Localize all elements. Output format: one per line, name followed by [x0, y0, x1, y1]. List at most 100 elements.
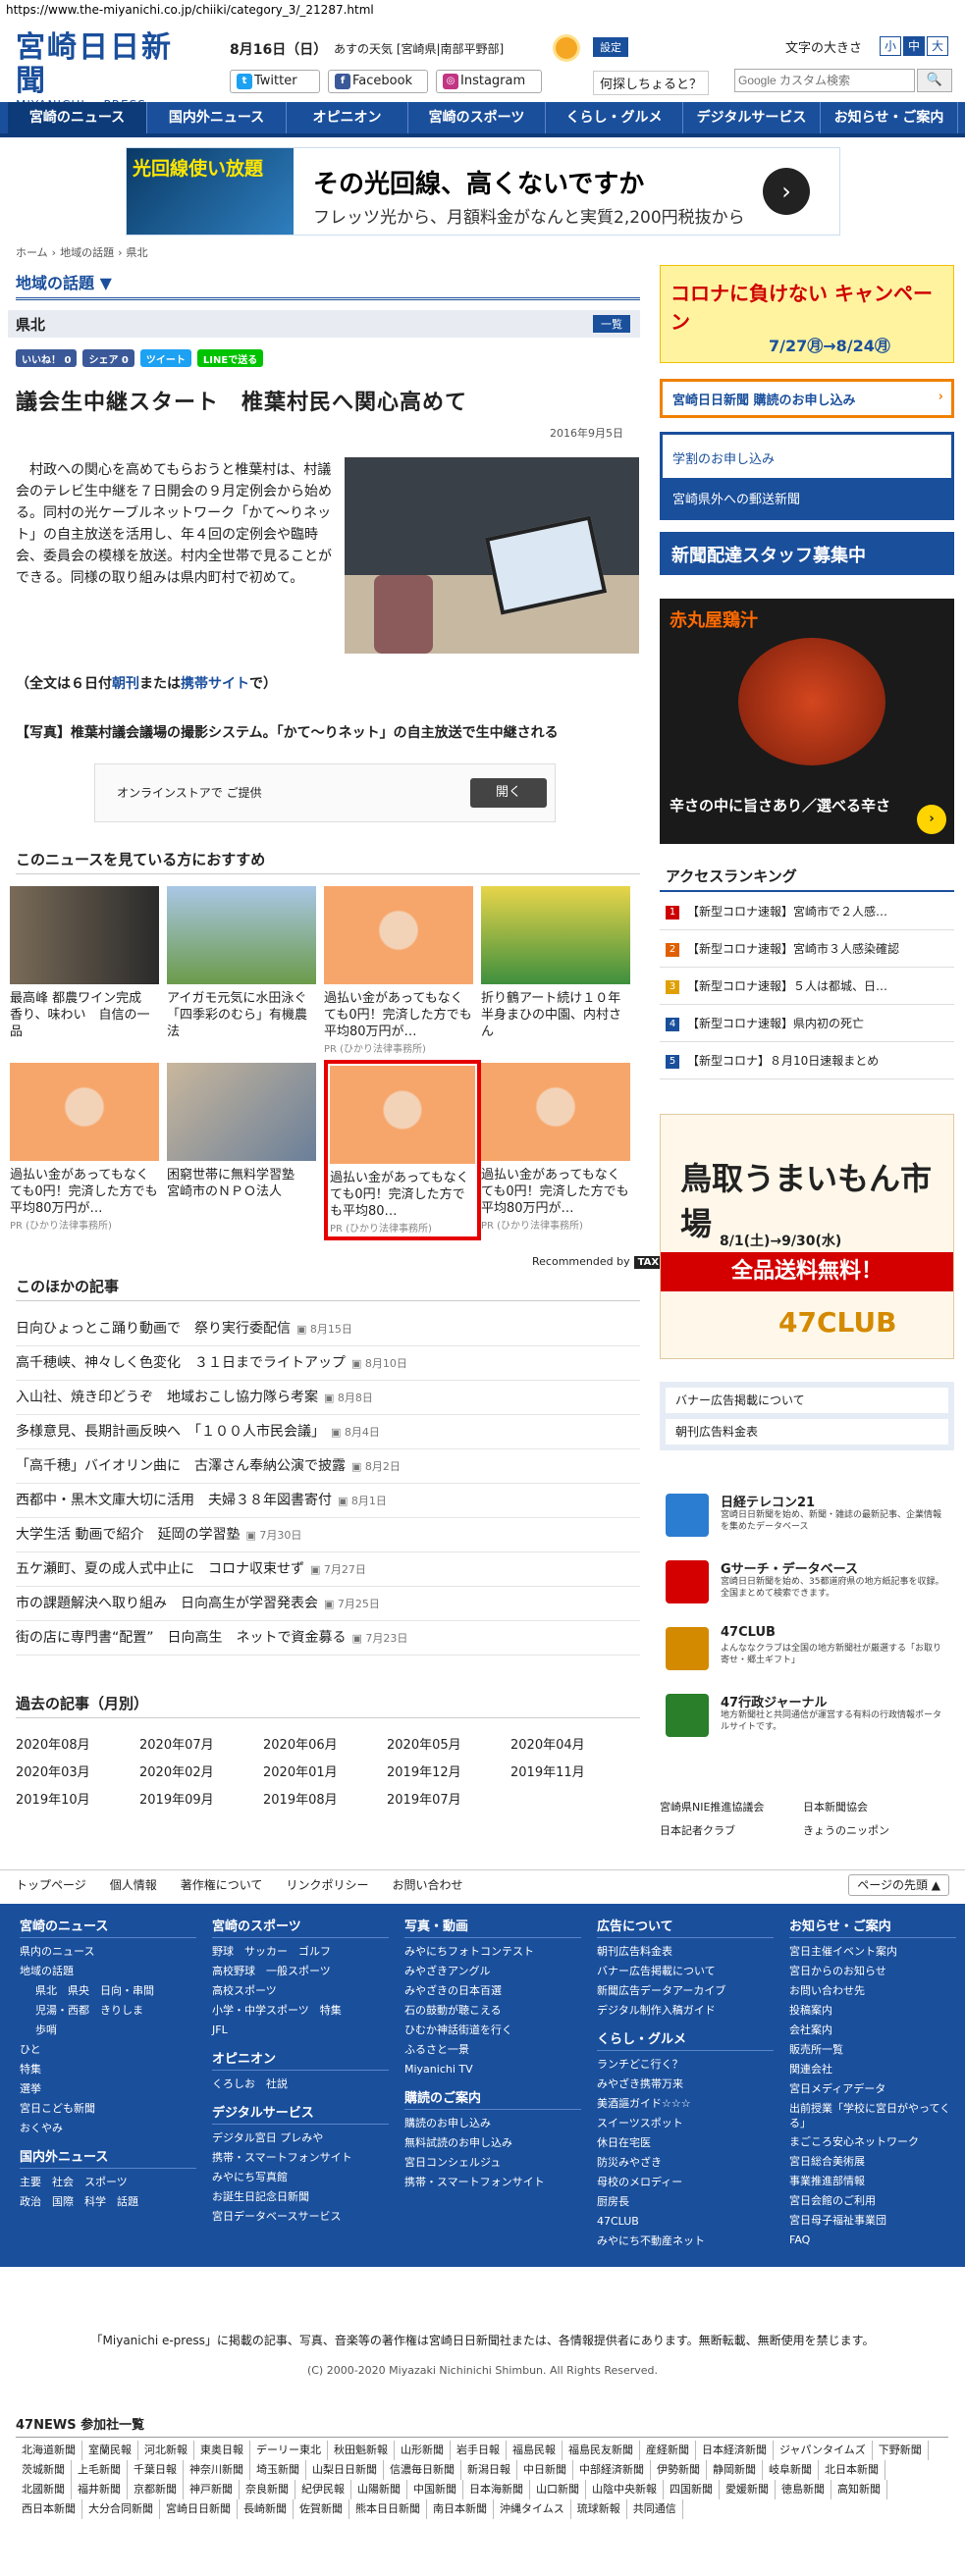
member-link[interactable]: 秋田魁新報	[328, 2441, 395, 2460]
subnav-link[interactable]: 著作権について	[181, 1878, 263, 1892]
footer-link[interactable]: 新聞広告データアーカイブ	[597, 1981, 774, 2001]
member-link[interactable]: 徳島新聞	[776, 2480, 831, 2499]
footer-link[interactable]: 宮日コンシェルジュ	[404, 2153, 581, 2173]
rec-item[interactable]: アイガモ元気に水田泳ぐ「四季彩のむら」有機農法	[167, 886, 316, 1040]
campaign-banner[interactable]: コロナに負けない キャンペーン 7/27㊊→8/24㊊	[660, 265, 954, 363]
rec-item[interactable]: 困窮世帯に無料学習塾 宮崎市のＮＰＯ法人	[167, 1063, 316, 1200]
member-link[interactable]: 山陰中央新報	[586, 2480, 664, 2499]
member-link[interactable]: 琉球新報	[571, 2499, 627, 2519]
footer-heading[interactable]: くらし・グルメ	[597, 2030, 774, 2051]
rec-item[interactable]: 過払い金があってもなくても0円！完済した方でも平均80万円が… PR (ひかり法…	[10, 1063, 159, 1232]
footer-link[interactable]: 特集	[20, 2060, 196, 2079]
list-item[interactable]: 市の課題解決へ取り組み 日向高生が学習発表会 ▣ 7月25日	[16, 1587, 640, 1621]
tottori-ad[interactable]: 鳥取うまいもん市場 8/1(土)→9/30(水) 全品送料無料！ 47CLUB	[660, 1114, 954, 1359]
list-item[interactable]: 高千穂峡、神々しく色変化 ３１日までライトアップ ▣ 8月10日	[16, 1346, 640, 1381]
subnav-link[interactable]: お問い合わせ	[392, 1878, 462, 1892]
footer-link[interactable]: 休日在宅医	[597, 2133, 774, 2153]
recommended-by[interactable]: Recommended by TAXEL	[532, 1255, 676, 1269]
footer-link[interactable]: みやにち不動産ネット	[597, 2232, 774, 2251]
footer-link[interactable]: 高校スポーツ	[212, 1981, 389, 2001]
footer-link[interactable]: 小学・中学スポーツ 特集	[212, 2001, 389, 2021]
list-item[interactable]: 五ケ瀬町、夏の成人式中止に コロナ収束せず ▣ 7月27日	[16, 1552, 640, 1587]
footer-heading[interactable]: デジタルサービス	[212, 2104, 389, 2125]
page-top-button[interactable]: ページの先頭 ▲	[848, 1874, 949, 1896]
member-link[interactable]: 下野新聞	[873, 2441, 929, 2460]
instagram-button[interactable]: ◎ Instagram	[436, 70, 542, 93]
footer-link[interactable]: 県北 県央 日向・串間	[20, 1981, 196, 2001]
member-link[interactable]: 山陽新聞	[351, 2480, 407, 2499]
nav-sports[interactable]: 宮崎のスポーツ	[408, 102, 546, 133]
footer-link[interactable]: 地域の話題	[20, 1962, 196, 1981]
member-link[interactable]: 熊本日日新聞	[349, 2499, 427, 2519]
archive-month[interactable]: 2019年07月	[387, 1787, 510, 1814]
footer-link[interactable]: まごころ安心ネットワーク	[789, 2132, 956, 2152]
footer-link[interactable]: 石の鼓動が聴こえる	[404, 2001, 581, 2021]
member-link[interactable]: 神奈川新聞	[184, 2460, 250, 2480]
question-link[interactable]: 何探しちょると？	[593, 71, 710, 95]
member-link[interactable]: 山口新聞	[530, 2480, 586, 2499]
member-link[interactable]: 福島民友新聞	[563, 2441, 640, 2460]
rec-item[interactable]: 最高峰 都農ワイン完成 香り、味わい 自信の一品	[10, 886, 159, 1040]
footer-link[interactable]: 宮日母子福祉事業団	[789, 2211, 956, 2231]
footer-link[interactable]: 宮日総合美術展	[789, 2152, 956, 2172]
member-link[interactable]: 伊勢新聞	[651, 2460, 707, 2480]
ranking-item[interactable]: 2 【新型コロナ速報】宮崎市３人感染確認	[660, 930, 954, 968]
archive-month[interactable]: 2020年04月	[510, 1732, 634, 1760]
footer-link[interactable]: FAQ	[789, 2231, 956, 2250]
archive-month[interactable]: 2020年03月	[16, 1760, 139, 1787]
line-button[interactable]: LINEで送る	[196, 349, 264, 367]
morning-paper-link[interactable]: 朝刊	[112, 676, 139, 692]
section-title[interactable]: 地域の話題 ▼	[16, 270, 640, 300]
member-link[interactable]: 新潟日報	[461, 2460, 517, 2480]
footer-link[interactable]: バナー広告掲載について	[597, 1962, 774, 1981]
ranking-item[interactable]: 1 【新型コロナ速報】宮崎市で２人感…	[660, 893, 954, 930]
font-size-small[interactable]: 小	[880, 36, 901, 56]
rec-item[interactable]: 過払い金があってもなくても0円！完済した方でも平均80万円が… PR (ひかり法…	[481, 1063, 630, 1232]
archive-month[interactable]: 2020年08月	[16, 1732, 139, 1760]
member-link[interactable]: 共同通信	[627, 2499, 683, 2519]
footer-link[interactable]: 事業推進部情報	[789, 2172, 956, 2191]
footer-link[interactable]: 出前授業「学校に宮日がやってくる」	[789, 2099, 956, 2132]
footer-heading[interactable]: オピニオン	[212, 2050, 389, 2071]
rec-item[interactable]: 折り鶴アート続け１０年 半身まひの中園、内村さん	[481, 886, 633, 1040]
list-item[interactable]: 大学生活 動画で紹介 延岡の学習塾 ▣ 7月30日	[16, 1518, 640, 1552]
footer-link[interactable]: 選挙	[20, 2079, 196, 2099]
member-link[interactable]: 沖縄タイムス	[494, 2499, 571, 2519]
member-link[interactable]: 中部経済新聞	[573, 2460, 651, 2480]
archive-month[interactable]: 2020年07月	[139, 1732, 263, 1760]
footer-heading[interactable]: 写真・動画	[404, 1918, 581, 1938]
footer-link[interactable]: デジタル宮日 プレみや	[212, 2129, 389, 2148]
archive-month[interactable]: 2020年05月	[387, 1732, 510, 1760]
mini-link[interactable]: 宮崎県NIE推進協議会	[660, 1796, 803, 1819]
member-link[interactable]: デーリー東北	[250, 2441, 328, 2460]
member-link[interactable]: 室蘭民報	[82, 2441, 138, 2460]
mini-link[interactable]: 日本新聞協会	[803, 1796, 946, 1819]
member-link[interactable]: 紀伊民報	[295, 2480, 351, 2499]
footer-link[interactable]: みやざき携帯万来	[597, 2075, 774, 2094]
subscribe-banner[interactable]: 宮崎日日新聞 購読のお申し込み ›	[660, 379, 954, 418]
footer-link[interactable]: 主要 社会 スポーツ	[20, 2173, 196, 2192]
archive-month[interactable]: 2020年01月	[263, 1760, 387, 1787]
food-ad[interactable]: 赤丸屋鶏汁 辛さの中に旨さあり／選べる辛さ ›	[660, 599, 954, 844]
member-link[interactable]: 北國新聞	[16, 2480, 72, 2499]
member-link[interactable]: 西日本新聞	[16, 2499, 82, 2519]
footer-heading[interactable]: 宮崎のスポーツ	[212, 1918, 389, 1938]
list-item[interactable]: 多様意見、長期計画反映へ 「１００人市民会議」 ▣ 8月4日	[16, 1415, 640, 1449]
list-button[interactable]: 一覧	[593, 315, 630, 333]
footer-link[interactable]: お誕生日記念日新聞	[212, 2187, 389, 2207]
footer-link[interactable]: みやざきの日本百選	[404, 1981, 581, 2001]
rec-item[interactable]: 過払い金があってもなくても0円！完済した方でも平均80万円が… PR (ひかり法…	[324, 886, 473, 1055]
footer-link[interactable]: 携帯・スマートフォンサイト	[404, 2173, 581, 2192]
ranking-item[interactable]: 5 【新型コロナ】８月10日速報まとめ	[660, 1042, 954, 1079]
member-link[interactable]: 日本海新聞	[463, 2480, 530, 2499]
footer-link[interactable]: 宮日からのお知らせ	[789, 1962, 956, 1981]
member-link[interactable]: 愛媛新聞	[720, 2480, 776, 2499]
footer-link[interactable]: 携帯・スマートフォンサイト	[212, 2148, 389, 2168]
footer-link[interactable]: ランチどこ行く？	[597, 2055, 774, 2075]
footer-link[interactable]: おくやみ	[20, 2119, 196, 2138]
footer-link[interactable]: くろしお 社説	[212, 2075, 389, 2094]
member-link[interactable]: 東奥日報	[194, 2441, 250, 2460]
archive-month[interactable]: 2019年09月	[139, 1787, 263, 1814]
member-link[interactable]: 四国新聞	[664, 2480, 720, 2499]
member-link[interactable]: 中国新聞	[407, 2480, 463, 2499]
